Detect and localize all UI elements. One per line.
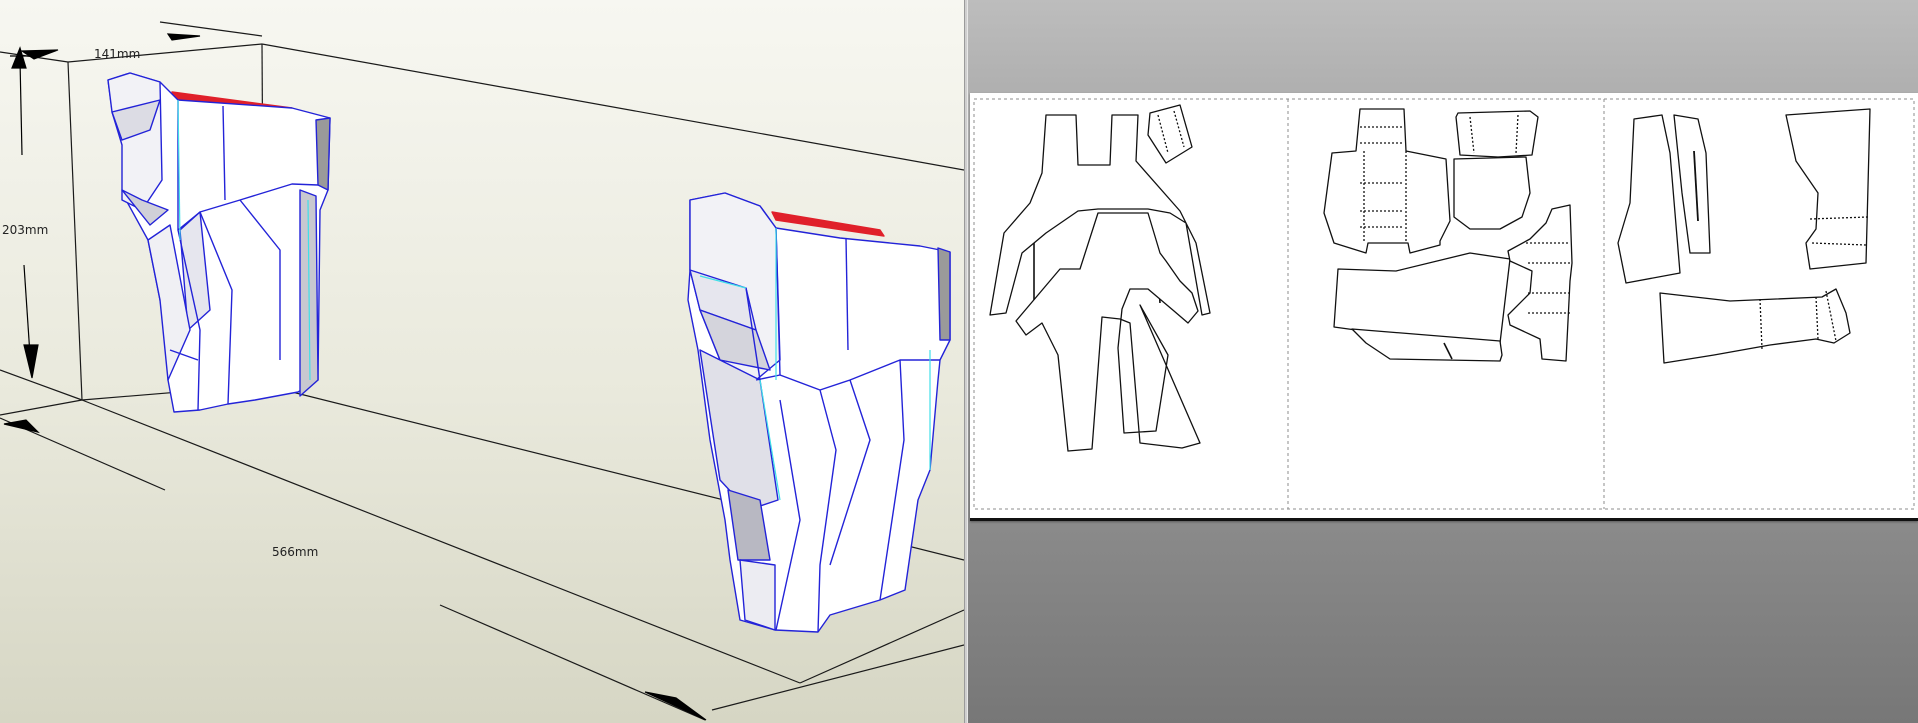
part-1b[interactable]	[1015, 212, 1201, 452]
3d-scene: 141mm 203mm 566mm	[0, 21, 964, 721]
page-3-parts[interactable]	[1617, 108, 1871, 364]
2d-unfold-view[interactable]	[968, 0, 1918, 723]
part-2b[interactable]	[1455, 110, 1539, 158]
print-sheet	[970, 93, 1918, 521]
part-3a[interactable]	[1617, 114, 1681, 284]
height-dimension-label: 203mm	[2, 223, 48, 237]
model-part-left[interactable]	[107, 72, 331, 413]
page-1-parts[interactable]	[989, 104, 1211, 452]
model-part-right[interactable]	[687, 192, 951, 633]
3d-viewport[interactable]: 141mm 203mm 566mm	[0, 0, 964, 723]
part-1c[interactable]	[1147, 104, 1193, 164]
part-2c[interactable]	[1453, 156, 1531, 230]
unfold-sheet-svg	[973, 98, 1915, 510]
part-2a[interactable]	[1323, 108, 1451, 254]
dimension-arrows	[3, 33, 707, 721]
part-3d[interactable]	[1659, 288, 1851, 364]
part-3b[interactable]	[1673, 114, 1711, 254]
page-2-parts[interactable]	[1323, 108, 1573, 362]
width-dimension-label: 141mm	[94, 47, 140, 61]
depth-dimension-label: 566mm	[272, 545, 318, 559]
part-2f[interactable]	[1507, 204, 1573, 362]
